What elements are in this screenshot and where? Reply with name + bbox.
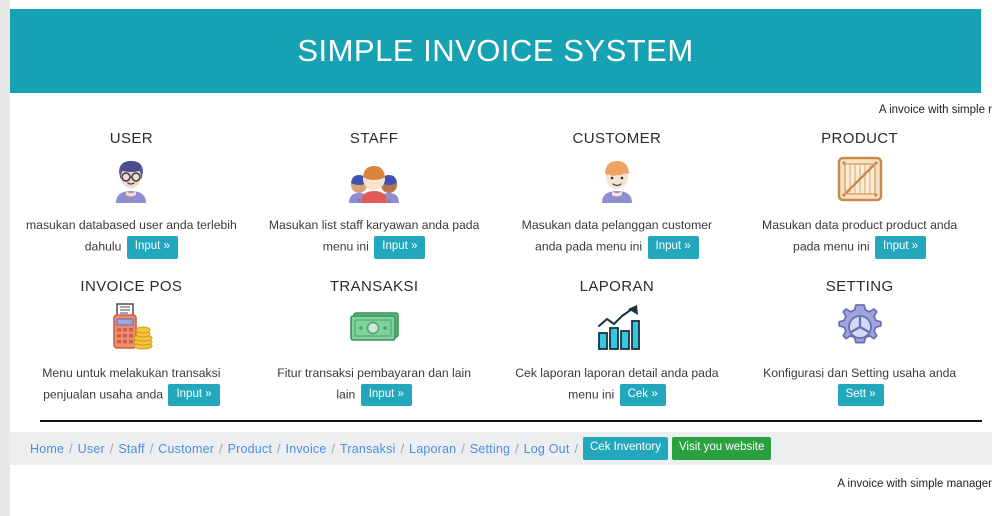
card-description: Masukan data product product anda pada m… [744, 215, 975, 259]
nav-link-transaksi[interactable]: Transaksi [340, 442, 396, 456]
input-button-staff[interactable]: Input » [374, 236, 426, 259]
card-description: Konfigurasi dan Setting usaha anda Sett … [744, 363, 975, 406]
gear-icon [744, 301, 975, 353]
bar-chart-growth-icon [502, 301, 733, 353]
cash-register-icon [16, 301, 247, 353]
nav-separator: / [219, 441, 223, 456]
card-customer: CUSTOMER Masukan data pelanggan customer… [496, 130, 739, 259]
card-description: masukan databased user anda terlebih dah… [16, 215, 247, 259]
card-description: Menu untuk melakukan transaksi penjualan… [16, 363, 247, 406]
nav-separator: / [515, 441, 519, 456]
sett-button-setting[interactable]: Sett » [837, 383, 884, 406]
page-header: SIMPLE INVOICE SYSTEM [10, 9, 981, 93]
card-grid: USER masukan databased user anda terlebi… [10, 130, 981, 406]
nav-separator: / [331, 441, 336, 456]
customer-avatar-icon [502, 153, 733, 205]
card-title: STAFF [349, 130, 399, 147]
card-title: PRODUCT [821, 130, 899, 147]
card-title: INVOICE POS [80, 277, 183, 295]
three-people-icon [259, 153, 490, 205]
card-description: Masukan list staff karyawan anda pada me… [259, 215, 490, 259]
nav-separator: / [277, 441, 281, 456]
card-row: USER masukan databased user anda terlebi… [10, 130, 981, 259]
card-description: Cek laporan laporan detail anda pada men… [502, 363, 733, 406]
card-title: CUSTOMER [572, 130, 662, 147]
nav-separator: / [109, 441, 114, 456]
wooden-crate-icon [744, 153, 975, 205]
input-button-user[interactable]: Input » [126, 236, 178, 259]
banknotes-icon [259, 301, 490, 353]
card-setting: SETTING Konfigurasi dan Setting usaha an… [738, 277, 981, 406]
card-title: USER [109, 130, 154, 147]
tagline-bottom: A invoice with simple manager [837, 478, 992, 490]
nav-separator: / [69, 441, 73, 456]
nav-separator: / [574, 441, 578, 456]
tagline-top: A invoice with simple r [878, 104, 992, 116]
nav-link-home[interactable]: Home [30, 442, 64, 456]
card-title: SETTING [825, 277, 894, 295]
input-button-customer[interactable]: Input » [647, 236, 699, 259]
card-description: Fitur transaksi pembayaran dan lain lain… [259, 363, 490, 406]
card-product: PRODUCT Masukan data product product and… [738, 130, 981, 259]
input-button-transaksi[interactable]: Input » [360, 383, 412, 406]
nav-link-product[interactable]: Product [228, 442, 272, 456]
nav-separator: / [461, 441, 465, 456]
card-user: USER masukan databased user anda terlebi… [10, 130, 253, 259]
nav-link-log-out[interactable]: Log Out [524, 442, 570, 456]
card-staff: STAFF Masukan list staff karyawan anda p… [253, 130, 496, 259]
visit-website-button[interactable]: Visit you website [671, 437, 772, 460]
input-button-product[interactable]: Input » [875, 236, 927, 259]
page-container: SIMPLE INVOICE SYSTEM A invoice with sim… [10, 0, 992, 516]
nav-separator: / [400, 441, 405, 456]
card-invoice-pos: INVOICE POS Menu untuk melakukan transak… [10, 277, 253, 406]
nav-link-setting[interactable]: Setting [470, 442, 510, 456]
card-row: INVOICE POS Menu untuk melakukan transak… [10, 277, 981, 406]
user-avatar-icon [16, 153, 247, 205]
cek-button-laporan[interactable]: Cek » [619, 383, 666, 406]
nav-separator: / [149, 441, 154, 456]
card-transaksi: TRANSAKSI Fitur transaksi pembayaran dan… [253, 277, 496, 406]
nav-link-invoice[interactable]: Invoice [286, 442, 327, 456]
nav-link-staff[interactable]: Staff [118, 442, 144, 456]
section-divider [40, 420, 982, 422]
nav-link-laporan[interactable]: Laporan [409, 442, 456, 456]
footer-navigation: Home / User / Staff / Customer / Product… [10, 432, 992, 465]
input-button-invoice-pos[interactable]: Input » [168, 383, 220, 406]
card-description: Masukan data pelanggan customer anda pad… [502, 215, 733, 259]
card-title: TRANSAKSI [329, 277, 419, 295]
card-laporan: LAPORAN Cek laporan laporan detail anda [496, 277, 739, 406]
page-title: SIMPLE INVOICE SYSTEM [297, 33, 694, 68]
nav-link-user[interactable]: User [78, 442, 105, 456]
cek-inventory-button[interactable]: Cek Inventory [583, 437, 668, 460]
nav-link-customer[interactable]: Customer [158, 442, 214, 456]
card-title: LAPORAN [579, 277, 655, 295]
